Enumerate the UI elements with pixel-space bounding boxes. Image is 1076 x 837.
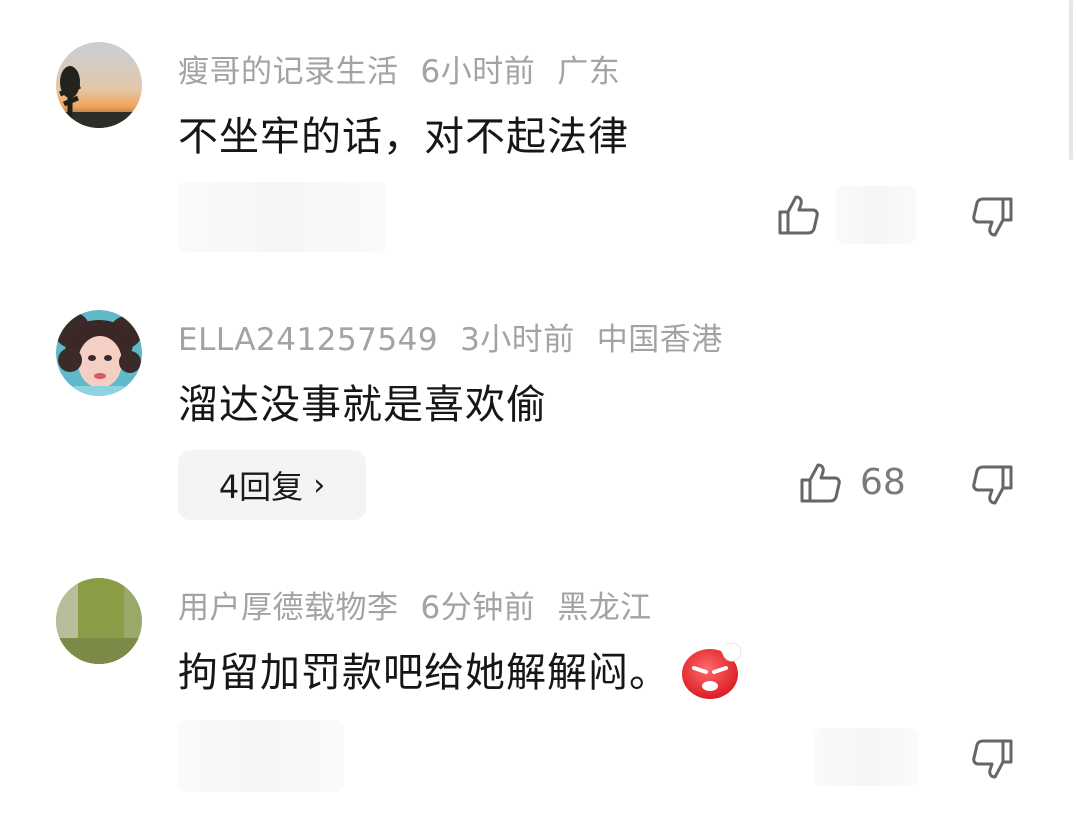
thumb-down-icon[interactable]: [970, 194, 1016, 240]
thumb-up-icon[interactable]: [775, 192, 821, 238]
timestamp: 3小时前: [460, 322, 575, 358]
blurred-like-area: [814, 728, 918, 786]
location: 广东: [557, 54, 621, 90]
username[interactable]: 瘦哥的记录生活: [178, 54, 399, 90]
blurred-reply-area: [178, 182, 386, 252]
scrollbar[interactable]: [1069, 0, 1073, 160]
avatar[interactable]: [56, 578, 142, 664]
reply-count-label: 4回复: [218, 468, 304, 506]
girl-portrait-avatar-image: [56, 310, 142, 396]
location: 黑龙江: [557, 590, 652, 626]
avatar[interactable]: [56, 42, 142, 128]
thumb-down-icon[interactable]: [970, 462, 1016, 508]
username[interactable]: 用户厚德载物李: [178, 590, 399, 626]
thumb-down-icon[interactable]: [970, 736, 1016, 782]
like-count: 68: [860, 462, 906, 503]
blurred-like-count: [836, 186, 916, 244]
comment-text: 不坐牢的话，对不起法律: [178, 114, 629, 160]
username[interactable]: ELLA241257549: [178, 322, 438, 358]
timestamp: 6小时前: [420, 54, 536, 90]
avatar[interactable]: [56, 310, 142, 396]
comment-text-content: 拘留加罚款吧给她解解闷。: [178, 650, 670, 696]
comment-meta: 用户厚德载物李 6分钟前 黑龙江: [178, 582, 674, 627]
location: 中国香港: [596, 322, 723, 358]
chevron-right-icon: ›: [313, 467, 326, 503]
view-replies-button[interactable]: 4回复 ›: [178, 450, 366, 520]
sunset-avatar-image: [56, 42, 142, 128]
thumb-up-icon[interactable]: [797, 460, 843, 506]
blurred-reply-area: [178, 720, 344, 792]
angry-face-emoji: [680, 642, 744, 700]
comment-meta: ELLA241257549 3小时前 中国香港: [178, 314, 745, 359]
comment-meta: 瘦哥的记录生活 6小时前 广东: [178, 46, 642, 91]
comment-text: 拘留加罚款吧给她解解闷。: [178, 640, 744, 704]
timestamp: 6分钟前: [420, 590, 536, 626]
comment-text: 溜达没事就是喜欢偷: [178, 382, 547, 428]
green-building-avatar-image: [56, 578, 142, 664]
